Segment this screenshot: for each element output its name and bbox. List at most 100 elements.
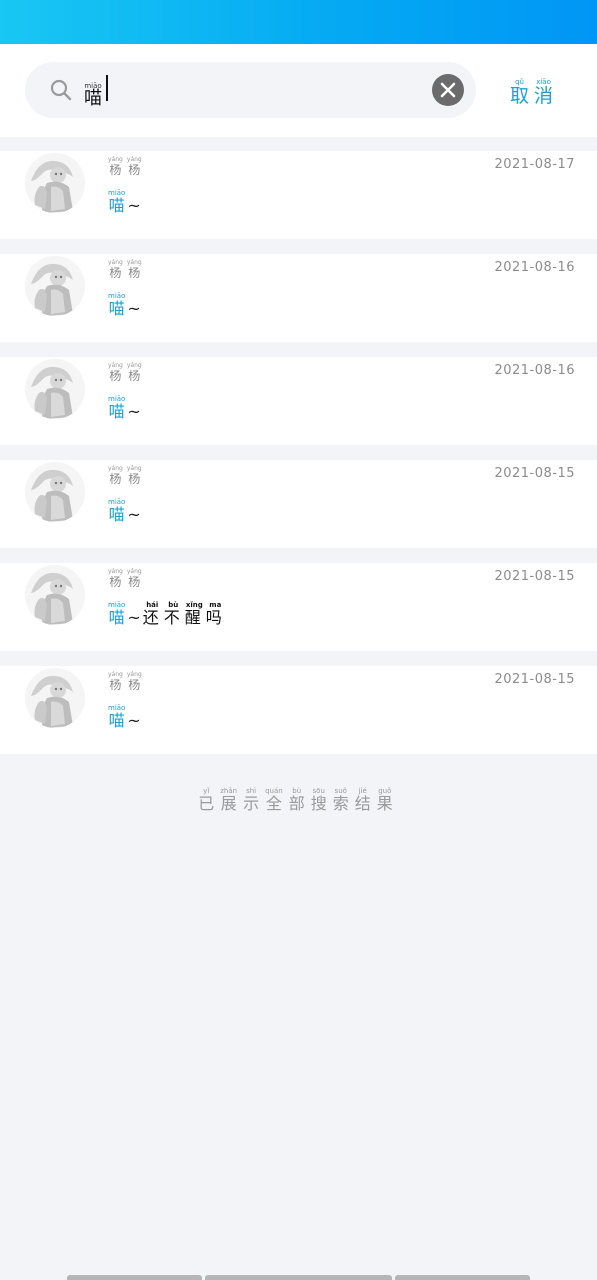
clear-circle-icon (440, 82, 456, 98)
search-result-item[interactable]: yáng 杨 yáng 杨 2021-08-17 miāo 喵 ~ (0, 151, 597, 239)
character: 杨 (128, 163, 141, 177)
ruby-char: yáng 杨 (127, 156, 142, 177)
character: 杨 (128, 472, 141, 486)
pinyin-annotation: yáng (108, 156, 123, 163)
character: 搜 (310, 794, 327, 813)
character: 喵 (108, 505, 125, 524)
character: ~ (127, 196, 141, 215)
ruby-char: miāo 喵 (108, 498, 125, 524)
ruby-char: ~ (127, 498, 140, 524)
ruby-char: yáng 杨 (108, 259, 123, 280)
character: 杨 (128, 266, 141, 280)
ruby-char: yáng 杨 (108, 465, 123, 486)
character: 全 (265, 794, 282, 813)
sender-name: yáng 杨 yáng 杨 (108, 671, 146, 692)
character: 喵 (84, 88, 102, 109)
character: 杨 (109, 575, 122, 589)
ruby-char: ~ (127, 704, 140, 730)
character: 示 (243, 794, 260, 813)
search-area: miāo 喵 qǔ 取 xiāo 消 (0, 44, 597, 137)
ruby-char: sōu 搜 (311, 787, 327, 813)
search-input[interactable]: miāo 喵 (25, 62, 476, 118)
character: 喵 (108, 402, 125, 421)
character: 杨 (128, 369, 141, 383)
character: 杨 (128, 678, 141, 692)
avatar[interactable] (25, 462, 85, 522)
avatar-image (25, 668, 85, 728)
avatar[interactable] (25, 565, 85, 625)
character: 杨 (109, 266, 122, 280)
character: ~ (127, 608, 141, 627)
message-date: 2021-08-15 (494, 569, 575, 584)
character: 杨 (109, 678, 122, 692)
avatar-image (25, 565, 85, 625)
search-result-item[interactable]: yáng 杨 yáng 杨 2021-08-15 miāo 喵 ~ hái 还 bù 不 xǐng 醒 m… (0, 563, 597, 651)
character: 杨 (128, 575, 141, 589)
pinyin-annotation: yáng (108, 568, 123, 575)
character: 杨 (109, 163, 122, 177)
avatar-image (25, 359, 85, 419)
ruby-char: miāo 喵 (108, 395, 125, 421)
message-date: 2021-08-15 (494, 466, 575, 481)
sender-name: yáng 杨 yáng 杨 (108, 568, 146, 589)
character: 已 (198, 794, 215, 813)
pinyin-annotation: yáng (126, 362, 142, 369)
search-result-item[interactable]: yáng 杨 yáng 杨 2021-08-15 miāo 喵 ~ (0, 666, 597, 754)
character: 喵 (108, 196, 125, 215)
pinyin-annotation: yáng (126, 568, 142, 575)
character: ~ (127, 402, 141, 421)
avatar[interactable] (25, 668, 85, 728)
bottom-nav-indicator (0, 1275, 597, 1280)
ruby-char: yáng 杨 (127, 568, 142, 589)
avatar-image (25, 462, 85, 522)
character: 消 (534, 85, 554, 107)
ruby-char: bù 部 (289, 787, 305, 813)
character: ~ (127, 711, 141, 730)
sender-name: yáng 杨 yáng 杨 (108, 156, 146, 177)
character: 果 (376, 794, 393, 813)
avatar-image (25, 256, 85, 316)
character: 醒 (184, 608, 201, 627)
ruby-char: xiāo 消 (534, 78, 553, 106)
ruby-char: yáng 杨 (108, 156, 123, 177)
message-snippet: miāo 喵 ~ hái 还 bù 不 xǐng 醒 ma 吗 (108, 601, 227, 627)
ruby-char: qǔ 取 (510, 78, 529, 106)
message-snippet: miāo 喵 ~ (108, 292, 143, 318)
pinyin-annotation: yáng (126, 671, 142, 678)
ruby-char: miāo 喵 (108, 704, 125, 730)
ruby-char: zhǎn 展 (220, 787, 237, 813)
sender-name: yáng 杨 yáng 杨 (108, 362, 146, 383)
cancel-button[interactable]: qǔ 取 xiāo 消 (510, 76, 558, 106)
ruby-char: xǐng 醒 (185, 601, 204, 627)
message-date: 2021-08-15 (494, 672, 575, 687)
character: 还 (142, 608, 159, 627)
character: 喵 (108, 299, 125, 318)
ruby-char: yáng 杨 (127, 671, 142, 692)
ruby-char: miāo 喵 (84, 82, 102, 108)
character: 喵 (108, 608, 125, 627)
character: 喵 (108, 711, 125, 730)
search-icon (50, 79, 72, 101)
character: 杨 (109, 369, 122, 383)
pinyin-annotation: yáng (108, 465, 123, 472)
ruby-char: ~ (127, 601, 140, 627)
search-result-item[interactable]: yáng 杨 yáng 杨 2021-08-15 miāo 喵 ~ (0, 460, 597, 548)
ruby-char: miāo 喵 (108, 601, 125, 627)
character: 结 (354, 794, 371, 813)
ruby-char: hái 还 (143, 601, 162, 627)
clear-search-button[interactable] (432, 74, 464, 106)
avatar[interactable] (25, 153, 85, 213)
status-header-bar (0, 0, 597, 44)
pinyin-annotation: yáng (108, 259, 123, 266)
search-result-item[interactable]: yáng 杨 yáng 杨 2021-08-16 miāo 喵 ~ (0, 254, 597, 342)
avatar[interactable] (25, 359, 85, 419)
text-cursor (106, 75, 108, 101)
avatar[interactable] (25, 256, 85, 316)
message-snippet: miāo 喵 ~ (108, 189, 143, 215)
search-result-item[interactable]: yáng 杨 yáng 杨 2021-08-16 miāo 喵 ~ (0, 357, 597, 445)
message-date: 2021-08-17 (494, 157, 575, 172)
ruby-char: miāo 喵 (108, 292, 125, 318)
ruby-char: jié 结 (355, 787, 371, 813)
ruby-char: yáng 杨 (127, 362, 142, 383)
avatar-image (25, 153, 85, 213)
